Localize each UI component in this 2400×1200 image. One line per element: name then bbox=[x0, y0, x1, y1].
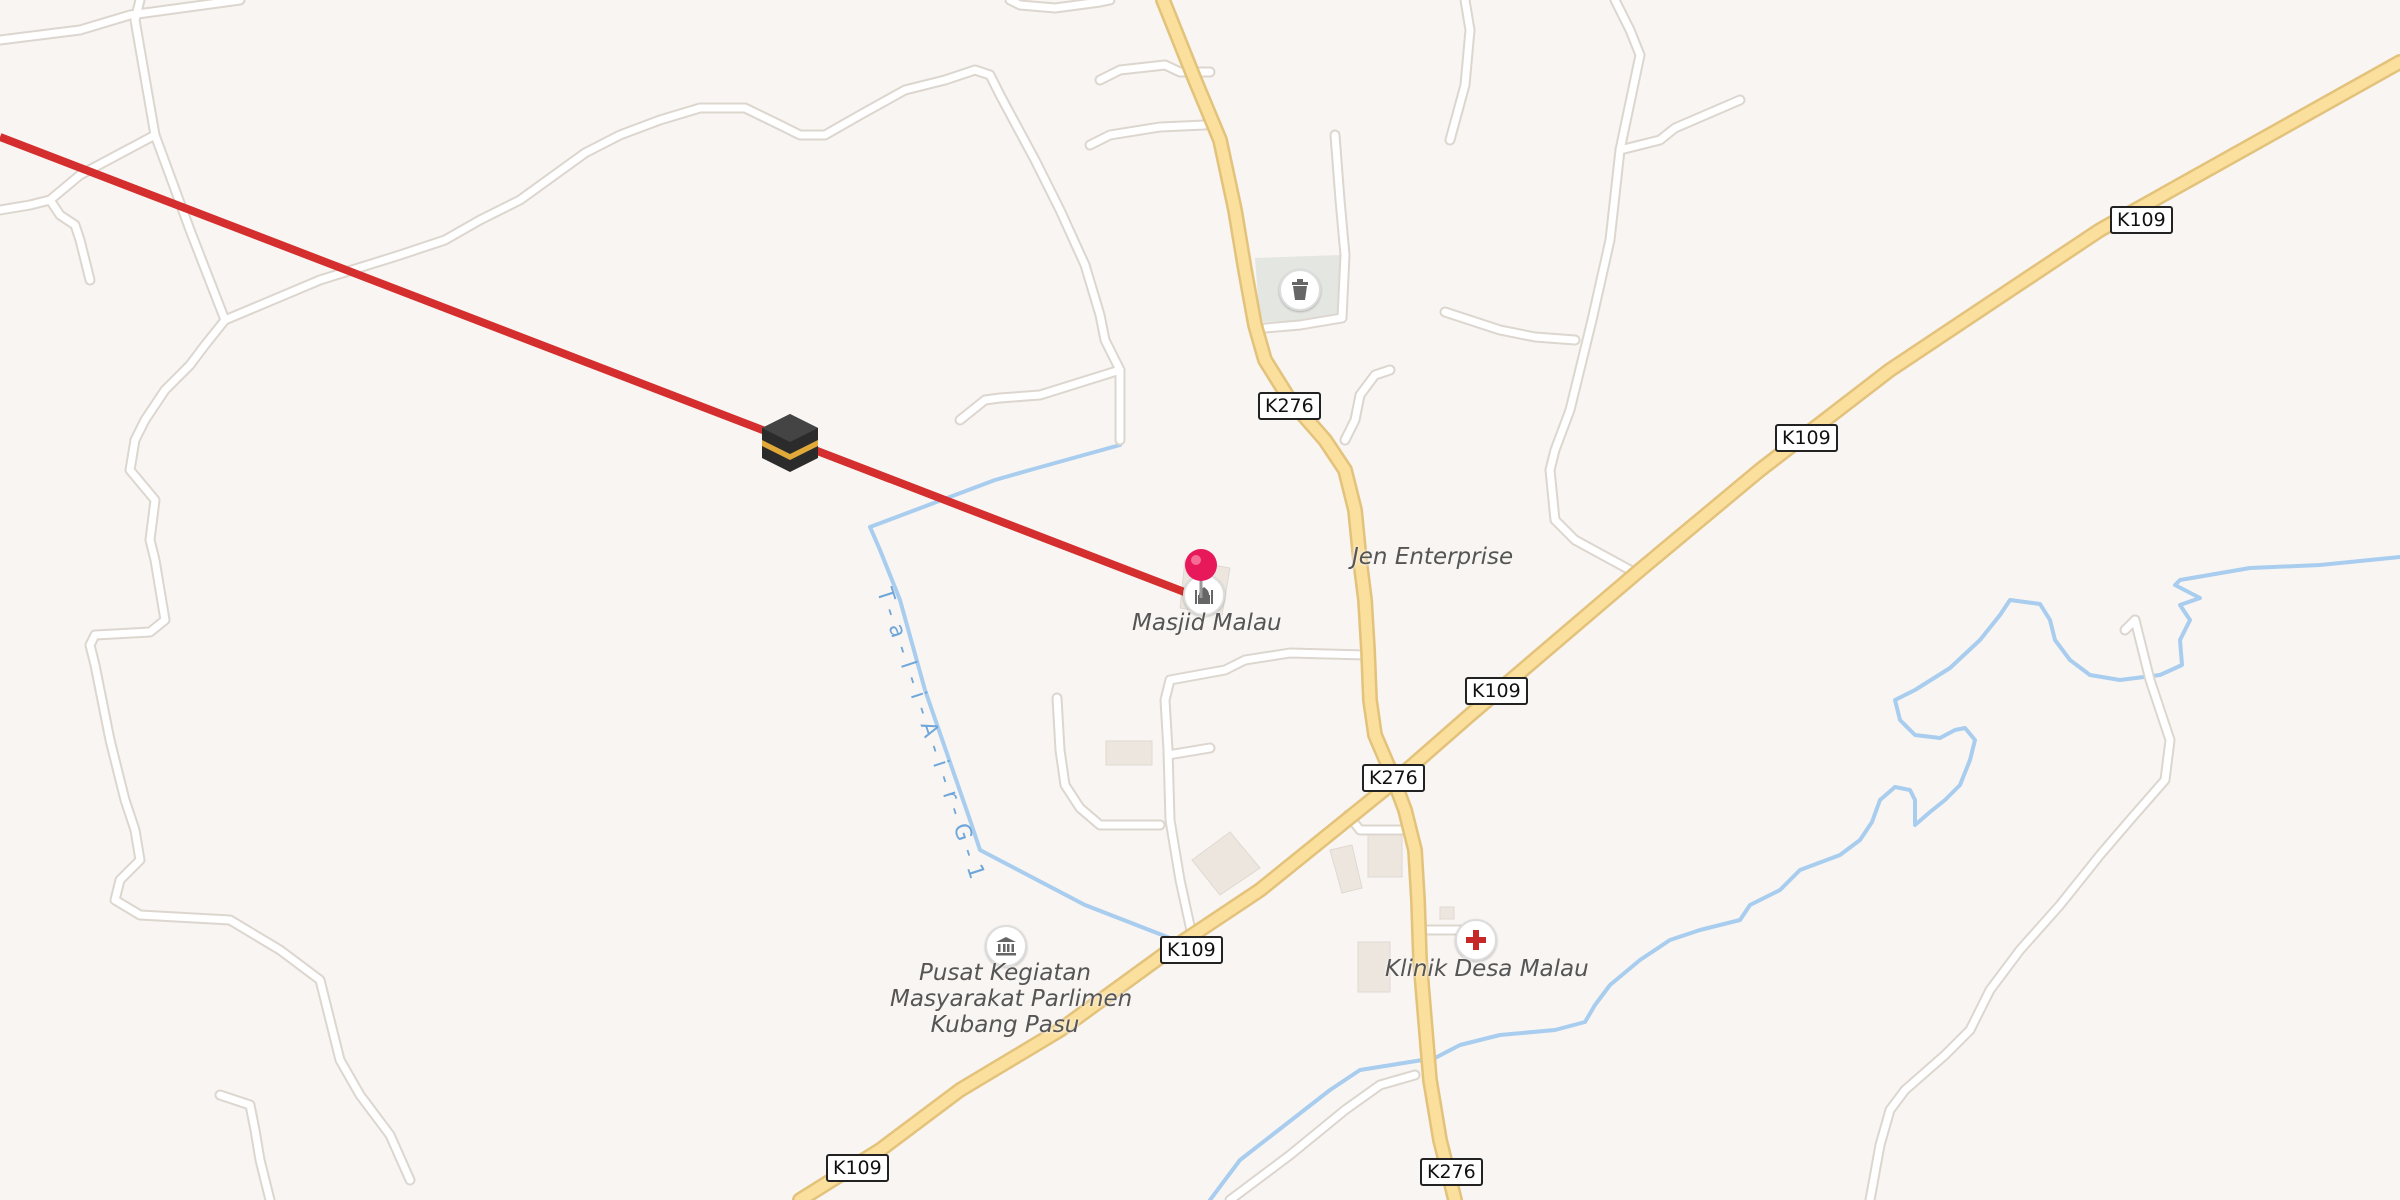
road-shield-k109: K109 bbox=[1160, 936, 1223, 964]
road-shield-k109: K109 bbox=[826, 1154, 889, 1182]
medical-cross-icon[interactable] bbox=[1455, 919, 1497, 961]
place-label-community-center[interactable]: Pusat Kegiatan Masyarakat Parlimen Kuban… bbox=[890, 960, 1133, 1038]
community-center-line-3: Kubang Pasu bbox=[930, 1012, 1080, 1038]
map-view[interactable]: T-a-l-i-A-i-r-G-1 Masjid Malau Jen Enter… bbox=[0, 0, 2400, 1200]
community-center-line-1: Pusat Kegiatan bbox=[918, 960, 1092, 986]
place-label-enterprise[interactable]: Jen Enterprise bbox=[1352, 544, 1513, 570]
road-shield-k276: K276 bbox=[1362, 764, 1425, 792]
road-shield-k109: K109 bbox=[1465, 677, 1528, 705]
place-label-mosque[interactable]: Masjid Malau bbox=[1132, 610, 1282, 636]
road-shield-k276: K276 bbox=[1258, 392, 1321, 420]
road-shield-k109: K109 bbox=[1775, 424, 1838, 452]
road-shield-k109: K109 bbox=[2110, 206, 2173, 234]
trash-bin-icon[interactable] bbox=[1279, 269, 1321, 311]
place-label-clinic[interactable]: Klinik Desa Malau bbox=[1385, 956, 1589, 982]
road-shield-k276: K276 bbox=[1420, 1158, 1483, 1186]
kaaba-icon bbox=[762, 414, 818, 472]
location-pin-icon[interactable] bbox=[1182, 548, 1220, 600]
community-center-line-2: Masyarakat Parlimen bbox=[890, 986, 1133, 1012]
